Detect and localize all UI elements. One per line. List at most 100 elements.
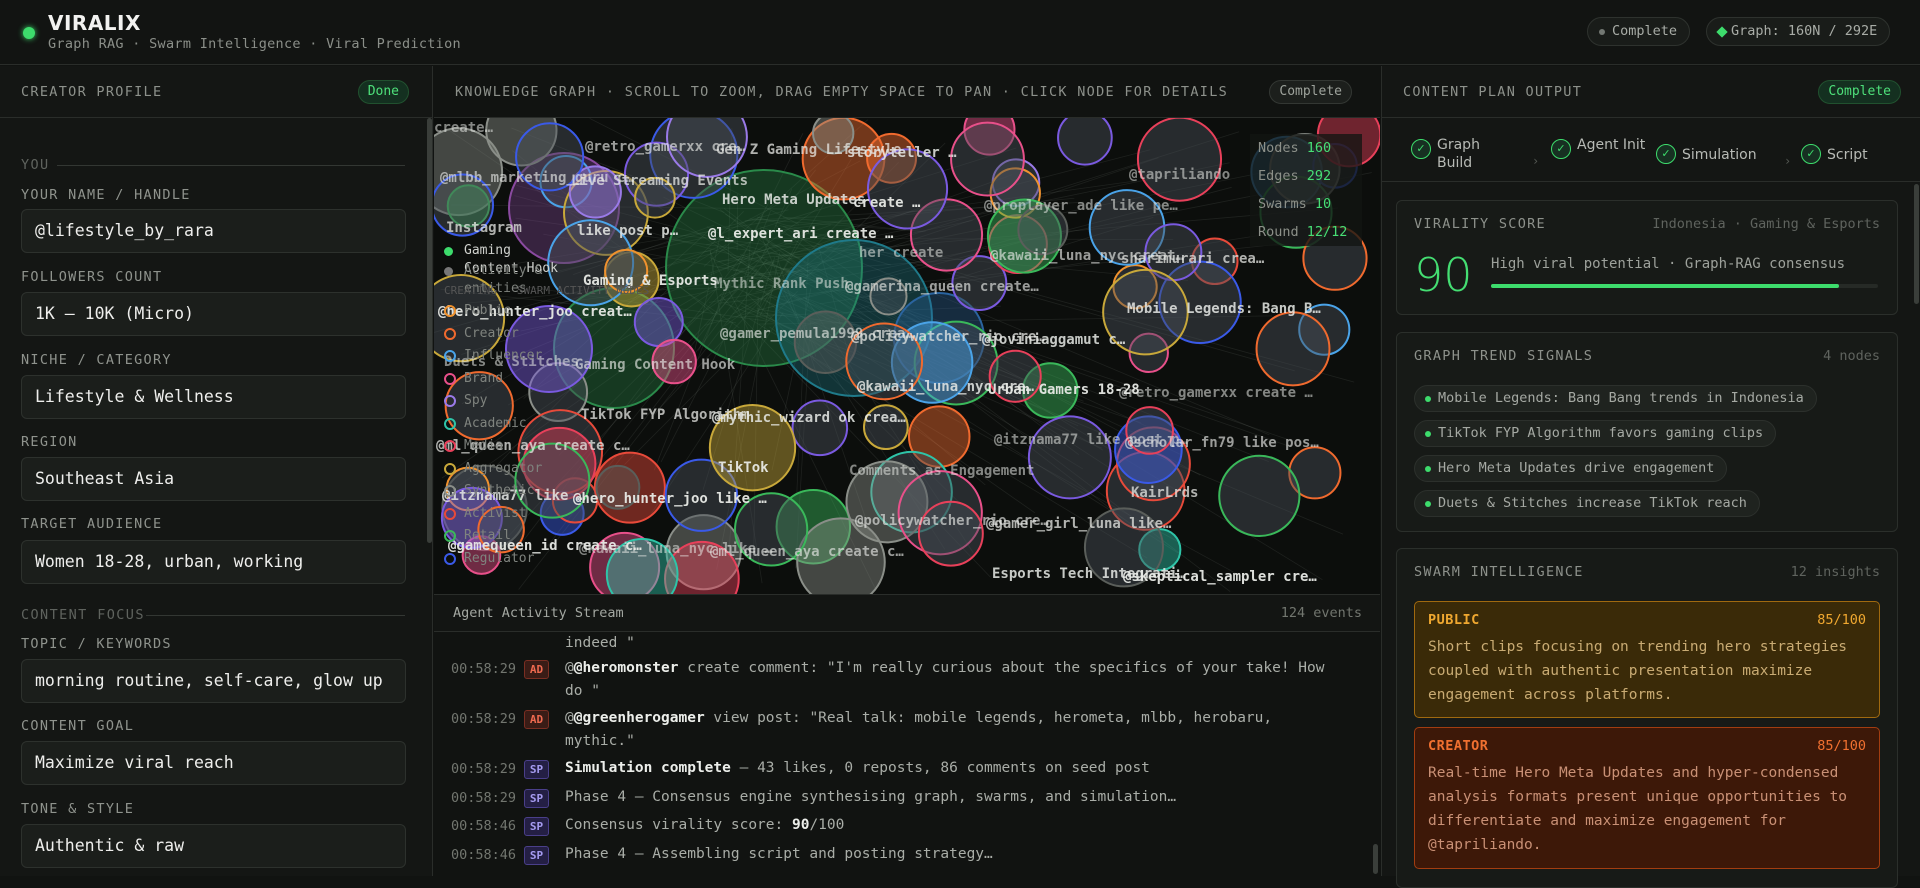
event-time: 00:58:29 [451,761,516,777]
trend-signal-chip[interactable]: TikTok FYP Algorithm favors gaming clips [1414,420,1776,447]
graph-canvas[interactable]: create…Live Streaming Events@l_expert_ar… [434,118,1380,594]
graph-node-label: Hero Meta Updates [722,192,865,208]
stream-scrollbar[interactable] [1373,844,1378,874]
step-separator: › [1784,154,1792,168]
graph-node[interactable] [1029,416,1111,498]
swarm-intelligence-card: SWARM INTELLIGENCE 12 insights PUBLIC 85… [1396,548,1898,888]
virality-score: 90 [1414,248,1473,302]
field-label: TOPIC / KEYWORDS [21,636,172,652]
event-tag: AD [524,710,549,729]
graph-node[interactable] [868,149,947,228]
step-graph-build[interactable]: ✓ Graph Build [1437,136,1507,172]
event-time: 00:58:29 [451,711,516,727]
legend-item-influencer: Influencer [444,347,564,365]
graph-node-label: @itznama77 like post p… [994,432,1188,448]
graph-node-label: @mlbb_marketing_guru c… [440,170,634,186]
card-title: GRAPH TREND SIGNALS [1414,348,1593,364]
trend-signal-chip[interactable]: Duets & Stitches increase TikTok reach [1414,490,1760,517]
scrollbar[interactable] [427,118,432,543]
trend-signals-card: GRAPH TREND SIGNALS 4 nodes Mobile Legen… [1396,332,1898,532]
legend-item-activist: Activist [444,505,564,523]
status-pill: Complete [1587,17,1690,46]
graph-node[interactable] [919,502,983,566]
graph-node[interactable] [1219,456,1299,536]
virality-bar [1491,284,1878,288]
complete-badge: Complete [1269,80,1352,104]
insight-card-creator[interactable]: CREATOR 85/100 Real-time Hero Meta Updat… [1414,727,1880,869]
audience-field[interactable]: Women 18-28, urban, working [21,540,406,584]
graph-svg[interactable]: create…Live Streaming Events@l_expert_ar… [434,118,1380,594]
graph-node[interactable] [1058,118,1112,165]
event-count: 124 events [1281,595,1362,631]
scrollbar[interactable] [1914,184,1919,304]
status-dot-icon [1599,29,1605,35]
graph-node-label: Esports Tech Integrati… [992,566,1186,582]
graph-node-label: her create [859,245,943,261]
check-icon: ✓ [1411,139,1431,159]
ring-icon [444,418,456,430]
region-select[interactable]: Southeast Asia [21,457,406,501]
step-script[interactable]: ✓ Script [1827,146,1897,164]
ring-icon [444,328,456,340]
legend-item-spy: Spy [444,392,564,410]
event-time: 00:58:46 [451,818,516,834]
legend-item-synthetic: Synthetic [444,482,564,500]
legend-item-academic: Academic [444,415,564,433]
tone-select[interactable]: Authentic & raw [21,824,406,868]
field-label: REGION [21,434,78,450]
panel-header: CONTENT PLAN OUTPUT Complete [1382,66,1920,118]
done-badge: Done [358,80,409,104]
event-time: 00:58:46 [451,847,516,863]
ring-icon [444,553,456,565]
event-time: 00:58:29 [451,661,516,677]
field-label: YOUR NAME / HANDLE [21,187,191,203]
event-time: 00:58:29 [451,790,516,806]
graph-node[interactable] [793,401,848,456]
graph-node[interactable] [635,298,683,346]
trend-signal-chip[interactable]: Mobile Legends: Bang Bang trends in Indo… [1414,385,1817,412]
graph-node-label: @policywatcher_rio cre… [855,513,1049,529]
ring-icon [444,463,456,475]
ring-icon [444,508,456,520]
ring-icon [444,485,456,497]
dot-icon [444,247,453,256]
step-simulation[interactable]: ✓ Simulation [1682,146,1782,164]
check-icon: ✓ [1656,144,1676,164]
legend-subtitle: CREATING · SWARM ACTIVITY NODES [444,282,684,300]
status-dot [23,27,35,39]
graph-node[interactable] [951,123,1024,196]
graph-node-label: Mobile Legends: Bang B… [1127,301,1321,317]
app-logo: VIRALIX [48,11,141,35]
activity-stream[interactable]: indeed " 00:58:29 AD @@heromonster creat… [434,632,1380,876]
knowledge-graph-panel: KNOWLEDGE GRAPH · SCROLL TO ZOOM, DRAG E… [434,66,1380,876]
graph-node[interactable] [1257,312,1330,385]
graph-node-label: @retro_gamerxx cre… [585,139,746,155]
stat-edges: Edges 292 [1250,162,1362,190]
trend-signal-chip[interactable]: Hero Meta Updates drive engagement [1414,455,1727,482]
ring-icon [444,373,456,385]
graph-node-label: create… [434,120,494,136]
goal-select[interactable]: Maximize viral reach [21,741,406,785]
virality-desc: High viral potential · Graph-RAG consens… [1491,256,1845,272]
legend-item-creator: Creator [444,325,564,343]
graph-node-label: Gaming Content Hook [575,357,736,373]
insight-card-public[interactable]: PUBLIC 85/100 Short clips focusing on tr… [1414,601,1880,718]
stat-nodes: Nodes 160 [1250,134,1362,162]
graph-node-label: @l_expert_ari create … [708,226,894,242]
event-tag: SP [524,817,549,836]
step-agent-init[interactable]: ✓ Agent Init [1577,136,1647,154]
graph-node[interactable] [1138,118,1221,201]
legend-item-aggregator: Aggregator [444,460,564,478]
followers-select[interactable]: 1K – 10K (Micro) [21,292,406,336]
niche-select[interactable]: Lifestyle & Wellness [21,375,406,419]
field-label: TARGET AUDIENCE [21,516,162,532]
graph-node-label: like post p… [577,223,679,239]
keywords-field[interactable]: morning routine, self-care, glow up [21,659,406,703]
graph-node-label: @retro_gamerxx create … [1119,385,1313,401]
ring-icon [444,350,456,362]
panel-header: KNOWLEDGE GRAPH · SCROLL TO ZOOM, DRAG E… [434,66,1380,118]
graph-stats-pill: Graph: 160N / 292E [1706,17,1890,46]
handle-field[interactable]: @lifestyle_by_rara [21,209,406,253]
legend-item-public: Public [444,302,564,320]
panel-header: CREATOR PROFILE Done [0,66,433,118]
